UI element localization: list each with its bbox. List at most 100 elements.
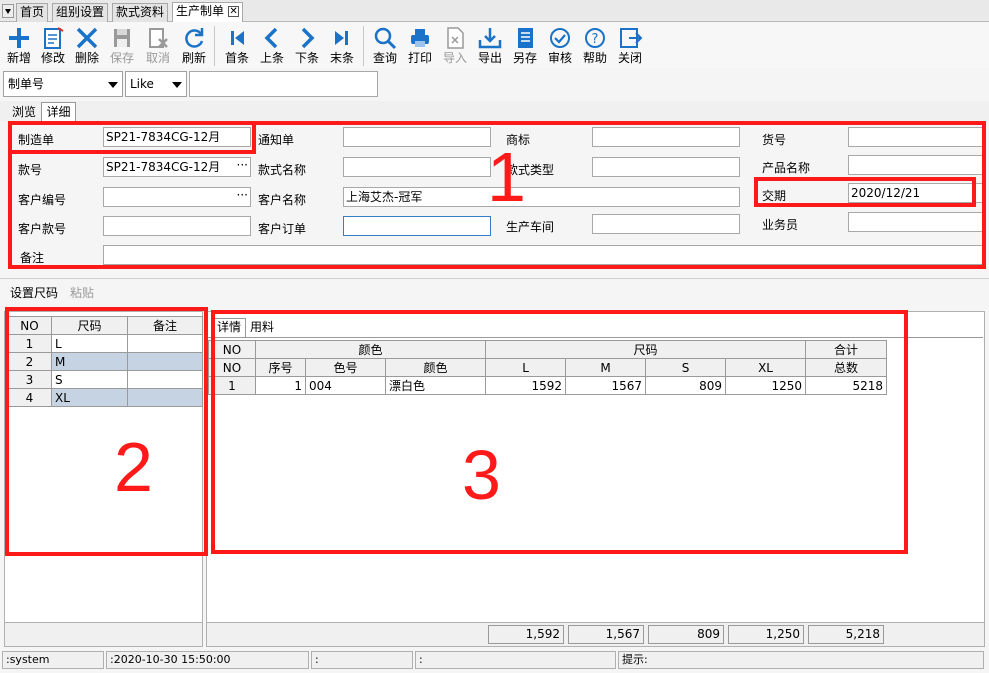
toolbar-separator	[214, 26, 215, 66]
size-xl-cell[interactable]: 1250	[725, 376, 807, 395]
customer-code-label: 客户编号	[18, 193, 67, 207]
close-tab-icon[interactable]: ✕	[228, 6, 240, 17]
tab-group-settings[interactable]: 组别设置	[52, 3, 109, 22]
ellipsis-icon[interactable]: ···	[237, 188, 248, 204]
customer-name-field[interactable]: 上海艾杰-冠军	[343, 187, 740, 207]
note-cell[interactable]	[127, 370, 203, 389]
tab-production-order-label: 生产制单	[176, 4, 225, 18]
col-color: 颜色	[384, 358, 487, 377]
annotation-number-2: 2	[114, 428, 153, 506]
seq-cell[interactable]: 1	[255, 376, 306, 395]
note-cell[interactable]	[127, 334, 203, 353]
size-cell[interactable]: L	[51, 334, 128, 353]
last-record-button[interactable]: 末条	[325, 24, 359, 68]
print-button[interactable]: 打印	[403, 24, 437, 68]
tab-style-data[interactable]: 款式资料	[112, 3, 169, 22]
save-disk-icon	[114, 29, 130, 47]
salesman-field[interactable]	[848, 212, 984, 232]
import-button-label: 导入	[442, 51, 467, 65]
query-button-label: 查询	[372, 51, 397, 65]
close-button[interactable]: 关闭	[613, 24, 647, 68]
size-cell[interactable]: M	[51, 352, 128, 371]
status-user: :system	[2, 651, 104, 669]
query-button[interactable]: 查询	[368, 24, 402, 68]
import-button[interactable]: 导入	[438, 24, 472, 68]
first-record-label: 首条	[224, 51, 249, 65]
tab-detail-info[interactable]: 详情	[212, 318, 246, 337]
detail-table-header: NO 序号 色号 颜色 L M S XL 总数	[208, 358, 888, 377]
tab-menu-dropdown[interactable]	[2, 4, 14, 18]
set-size-button[interactable]: 设置尺码	[10, 284, 58, 301]
col-total: 总数	[805, 358, 888, 377]
customer-order-field[interactable]	[343, 216, 491, 236]
style-no-label: 款号	[18, 163, 43, 177]
total-s: 809	[648, 625, 724, 644]
size-panel-footer	[4, 622, 203, 647]
note-cell[interactable]	[127, 352, 203, 371]
table-row[interactable]: 2 M	[7, 352, 203, 371]
table-row[interactable]: 4 XL	[7, 388, 203, 407]
ellipsis-icon[interactable]: ···	[237, 158, 248, 174]
color-code-cell[interactable]: 004	[305, 376, 386, 395]
prev-record-button[interactable]: 上条	[255, 24, 289, 68]
edit-button-label: 修改	[40, 51, 65, 65]
remark-field[interactable]	[103, 245, 984, 265]
help-icon: ?	[585, 28, 605, 48]
delivery-date-label: 交期	[762, 189, 787, 203]
view-tabs	[0, 101, 989, 121]
export-button[interactable]: 导出	[473, 24, 507, 68]
style-name-field[interactable]	[343, 157, 491, 177]
tab-home[interactable]: 首页	[16, 3, 49, 22]
table-row[interactable]: 1 L	[7, 334, 203, 353]
customer-style-field[interactable]	[103, 216, 251, 236]
table-row[interactable]: 3 S	[7, 370, 203, 389]
search-input[interactable]	[189, 71, 378, 97]
search-operator-select[interactable]: Like	[125, 71, 187, 97]
new-button[interactable]: 新增	[2, 24, 36, 68]
total-m: 1,567	[568, 625, 644, 644]
audit-button[interactable]: 审核	[543, 24, 577, 68]
delivery-date-field[interactable]: 2020/12/21	[848, 183, 984, 203]
paste-button[interactable]: 粘贴	[70, 284, 94, 301]
size-s-cell[interactable]: 809	[645, 376, 727, 395]
help-button[interactable]: ? 帮助	[578, 24, 612, 68]
save-button[interactable]: 保存	[105, 24, 139, 68]
tab-material[interactable]: 用料	[247, 320, 277, 337]
size-cell[interactable]: S	[51, 370, 128, 389]
brand-field[interactable]	[592, 127, 740, 147]
workshop-field[interactable]	[592, 214, 740, 234]
notice-field[interactable]	[343, 127, 491, 147]
color-cell[interactable]: 漂白色	[384, 376, 487, 395]
close-button-label: 关闭	[617, 51, 642, 65]
customer-code-field[interactable]: ···	[103, 187, 251, 207]
tab-production-order[interactable]: 生产制单 ✕	[172, 2, 244, 22]
edit-button[interactable]: 修改	[36, 24, 70, 68]
tab-group-settings-label: 组别设置	[56, 5, 105, 19]
cancel-button[interactable]: 取消	[140, 24, 176, 68]
style-no-field[interactable]: SP21-7834CG-12月 ···	[103, 157, 251, 177]
toolbar: 新增 修改 删除 保存 取消 刷新 首条 上条 下条 末条 查询 打印 导入 导…	[0, 22, 989, 68]
size-m-cell[interactable]: 1567	[565, 376, 647, 395]
next-record-button[interactable]: 下条	[290, 24, 324, 68]
size-cell[interactable]: XL	[51, 388, 128, 407]
product-name-field[interactable]	[848, 155, 984, 175]
total-xl: 1,250	[728, 625, 804, 644]
item-no-field[interactable]	[848, 127, 984, 147]
group-total-header: 合计	[805, 340, 888, 359]
note-cell[interactable]	[127, 388, 203, 407]
save-as-button[interactable]: 另存	[508, 24, 542, 68]
size-l-cell[interactable]: 1592	[485, 376, 567, 395]
save-as-button-label: 另存	[512, 51, 537, 65]
remark-label: 备注	[20, 251, 45, 265]
col-size-l: L	[485, 358, 567, 377]
search-field-select[interactable]: 制单号	[3, 71, 123, 97]
col-seq: 序号	[255, 358, 306, 377]
order-no-field[interactable]: SP21-7834CG-12月	[103, 127, 251, 147]
table-row[interactable]: 1 1 004 漂白色 1592 1567 809 1250 5218	[208, 376, 888, 395]
delete-button[interactable]: 删除	[70, 24, 104, 68]
tab-detail[interactable]: 详细	[41, 102, 76, 122]
style-type-field[interactable]	[592, 157, 740, 177]
first-record-button[interactable]: 首条	[220, 24, 254, 68]
tab-browse[interactable]: 浏览	[6, 104, 42, 121]
refresh-button[interactable]: 刷新	[177, 24, 211, 68]
